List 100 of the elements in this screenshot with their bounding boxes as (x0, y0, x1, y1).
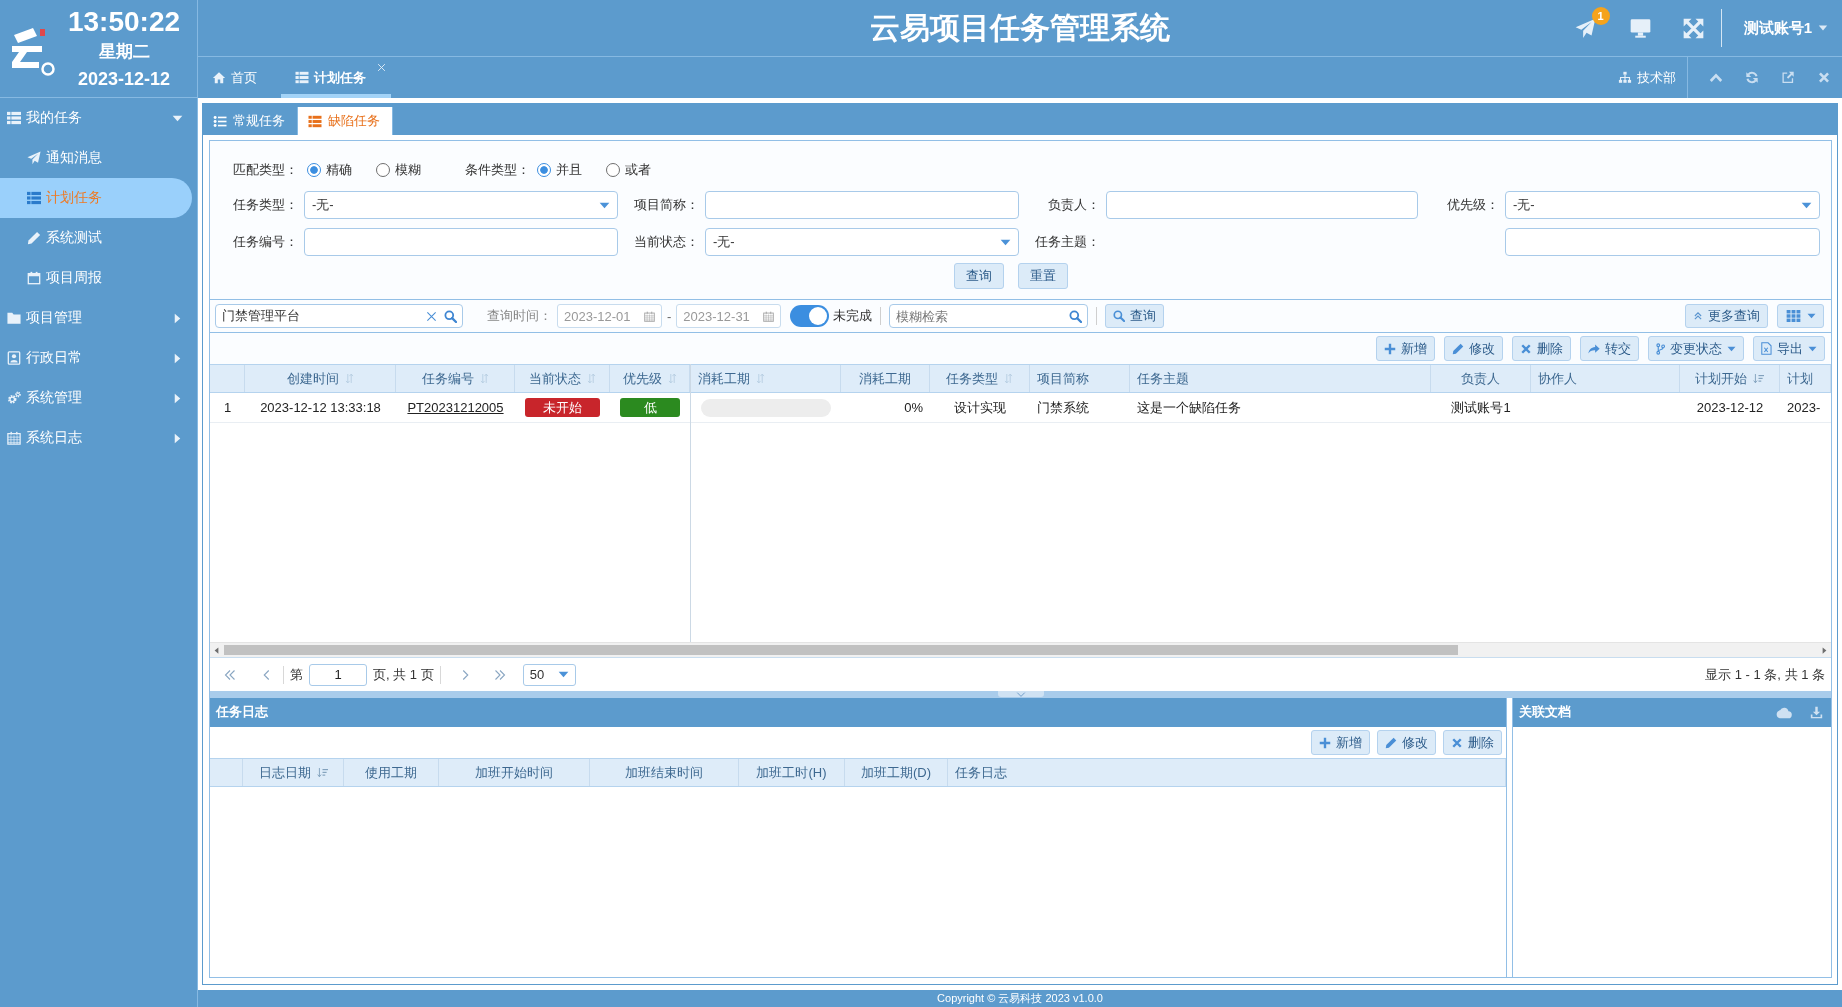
select-field[interactable]: -无- (1505, 191, 1820, 219)
scroll-right-icon[interactable] (1822, 646, 1827, 654)
notification-badge: 1 (1591, 6, 1610, 25)
toolbar-button[interactable]: 新增 (1311, 730, 1370, 755)
more-query-button[interactable]: 更多查询 (1685, 304, 1768, 328)
external-link-icon[interactable] (1781, 71, 1795, 84)
pencil-icon (1452, 342, 1464, 355)
menu-item[interactable]: 行政日常 (0, 338, 197, 378)
copyright-text: Copyright © 云易科技 2023 v1.0.0 (937, 991, 1103, 1006)
splitter-handle[interactable] (997, 691, 1044, 697)
refresh-icon[interactable] (1745, 71, 1759, 84)
radio-label[interactable]: 精确 (326, 161, 352, 179)
app-title: 云易项目任务管理系统 (870, 9, 1170, 46)
paper-plane-icon[interactable] (1573, 17, 1597, 39)
plus-icon (1319, 736, 1331, 749)
task-link[interactable]: PT20231212005 (407, 400, 504, 415)
chevron-down-icon (1014, 691, 1027, 697)
toolbar-button[interactable]: 删除 (1443, 730, 1502, 755)
list-icon (295, 71, 309, 84)
radio-label[interactable]: 并且 (556, 161, 582, 179)
last-page-icon[interactable] (493, 668, 506, 681)
toolbar-button[interactable]: 修改 (1444, 336, 1503, 361)
close-icon[interactable] (1817, 71, 1831, 84)
radio-button[interactable] (606, 163, 620, 177)
field-label: 条件类型： (465, 161, 530, 179)
text-field[interactable] (1505, 228, 1820, 256)
table-cell-text: 2023- (1786, 399, 1822, 417)
close-icon[interactable] (377, 63, 386, 72)
radio-button[interactable] (376, 163, 390, 177)
previous-page-icon[interactable] (262, 668, 271, 681)
search-field[interactable]: 门禁管理平台 (215, 304, 463, 328)
menu-item[interactable]: 系统日志 (0, 418, 197, 458)
column-header[interactable]: 任务类型 (930, 365, 1030, 392)
date-field[interactable]: 2023-12-31 (676, 304, 782, 328)
column-picker-button[interactable] (1777, 304, 1824, 328)
menu-item[interactable]: 项目周报 (0, 258, 197, 298)
calendar-icon (7, 431, 21, 445)
radio-label[interactable]: 或者 (625, 161, 651, 179)
text-field[interactable] (304, 228, 618, 256)
toolbar-button[interactable]: 变更状态 (1648, 336, 1744, 361)
menu-item[interactable]: 系统管理 (0, 378, 197, 418)
row-number: 1 (222, 399, 233, 417)
form-button[interactable]: 查询 (953, 263, 1004, 289)
column-header: 使用工期 (344, 759, 439, 786)
column-header[interactable]: 计划开始 (1680, 365, 1780, 392)
menu-item[interactable]: 通知消息 (0, 138, 197, 178)
double-chevron-up-icon (1693, 311, 1703, 321)
select-field[interactable]: -无- (304, 191, 618, 219)
scrollbar-thumb[interactable] (224, 645, 1458, 655)
cloud-icon[interactable] (1776, 706, 1792, 719)
toggle-label: 未完成 (833, 307, 873, 325)
page-size-select[interactable]: 50 (522, 663, 576, 686)
page-field[interactable]: 1 (309, 663, 367, 686)
search-field[interactable]: 模糊检索 (889, 304, 1089, 328)
menu-item[interactable]: 项目管理 (0, 298, 197, 338)
table-cell-text: 测试账号1 (1450, 398, 1512, 417)
toolbar-button[interactable]: 新增 (1376, 336, 1435, 361)
date-field[interactable]: 2023-12-01 (557, 304, 662, 328)
page-tab[interactable]: 首页 (198, 57, 272, 98)
query-button[interactable]: 查询 (1105, 304, 1165, 328)
search-icon[interactable] (444, 309, 457, 323)
toolbar-button[interactable]: 修改 (1377, 730, 1436, 755)
column-header[interactable]: 日志日期 (243, 759, 344, 786)
department-button[interactable]: 技术部 (1618, 57, 1687, 98)
toolbar-button[interactable]: 删除 (1512, 336, 1571, 361)
field-label: 任务主题： (1034, 233, 1100, 251)
date-separator: - (667, 308, 672, 324)
expand-icon[interactable] (1681, 17, 1705, 39)
home-icon (212, 71, 226, 84)
toolbar-button[interactable]: 转交 (1580, 336, 1639, 361)
column-header: 任务主题 (1130, 365, 1431, 392)
monitor-icon[interactable] (1628, 17, 1652, 39)
scroll-left-icon[interactable] (214, 646, 219, 654)
column-header[interactable]: 创建时间 (245, 365, 396, 392)
menu-item[interactable]: 我的任务 (0, 98, 197, 138)
select-field[interactable]: -无- (705, 228, 1019, 256)
text-field[interactable] (1106, 191, 1418, 219)
caret-down-icon (599, 201, 610, 209)
radio-button[interactable] (537, 163, 551, 177)
form-button[interactable]: 重置 (1017, 263, 1068, 289)
user-menu[interactable]: 测试账号1 (1743, 18, 1842, 38)
panel-title: 任务日志 (216, 704, 268, 721)
toolbar-button[interactable]: 导出 (1753, 336, 1825, 361)
column-header[interactable]: 优先级 (610, 365, 690, 392)
search-icon[interactable] (1069, 309, 1083, 323)
column-header[interactable]: 消耗工期 (691, 365, 841, 392)
clear-icon[interactable] (426, 310, 437, 322)
sub-tab[interactable]: 缺陷任务 (298, 107, 393, 135)
toggle-switch[interactable] (790, 305, 830, 327)
radio-label[interactable]: 模糊 (395, 161, 421, 179)
text-field[interactable] (705, 191, 1019, 219)
first-page-icon[interactable] (224, 668, 236, 681)
column-header: 计划 (1780, 365, 1831, 392)
next-page-icon[interactable] (460, 668, 470, 681)
download-icon[interactable] (1810, 706, 1823, 719)
menu-item[interactable]: 系统测试 (0, 218, 197, 258)
chevron-up-icon[interactable] (1709, 71, 1723, 84)
column-header[interactable]: 任务编号 (396, 365, 515, 392)
column-header[interactable]: 当前状态 (515, 365, 610, 392)
radio-button[interactable] (307, 163, 321, 177)
